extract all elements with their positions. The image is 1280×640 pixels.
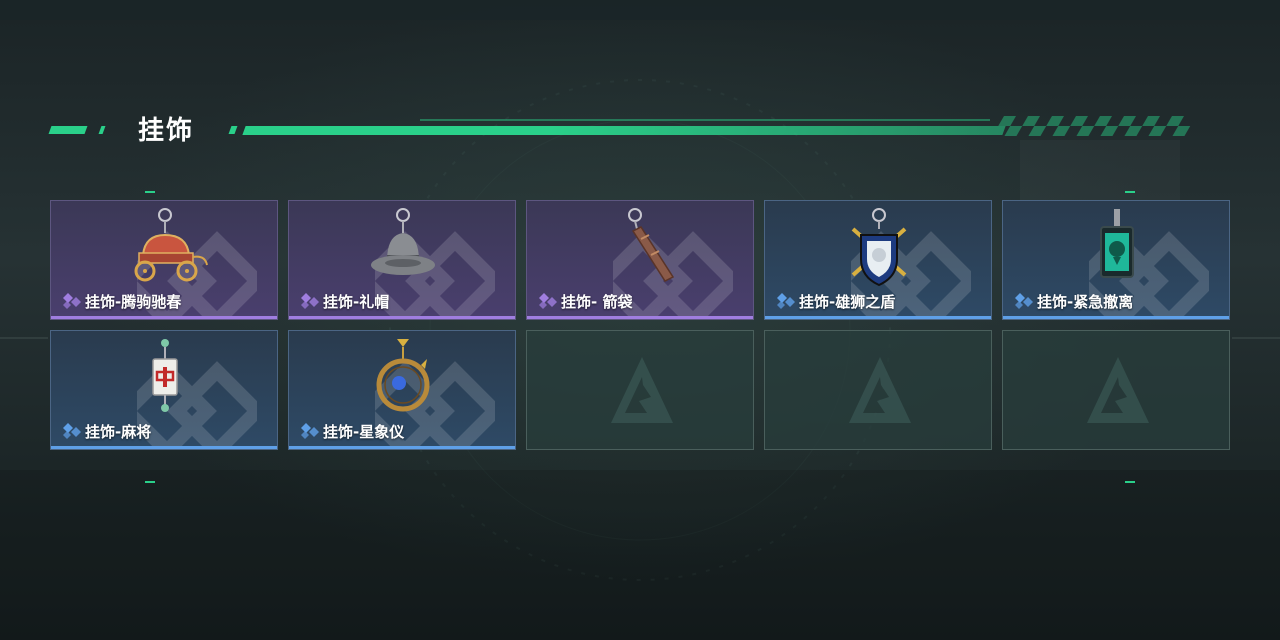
corner-marker [145, 481, 155, 483]
purple-diamond-rarity-icon [301, 293, 319, 309]
mahjong-tile-charm-icon [152, 339, 178, 412]
charm-name: 挂饰-紧急撤离 [1037, 292, 1134, 311]
rarity-stripe [289, 446, 515, 449]
empty-slot[interactable] [1002, 330, 1230, 450]
emergency-evac-charm-icon [1100, 209, 1134, 278]
charm-name: 挂饰-礼帽 [323, 292, 390, 311]
charm-label: 挂饰- 箭袋 [537, 291, 632, 311]
lion-shield-charm-icon [851, 208, 907, 287]
charm-label: 挂饰-雄狮之盾 [775, 291, 895, 311]
charm-label: 挂饰-麻将 [61, 421, 151, 441]
blue-diamond-rarity-icon [777, 293, 795, 309]
fedora-hat-charm-icon [371, 208, 435, 275]
rarity-stripe [765, 316, 991, 319]
blue-diamond-rarity-icon [63, 423, 81, 439]
rarity-stripe [289, 316, 515, 319]
rarity-stripe [51, 316, 277, 319]
charm-name: 挂饰-星象仪 [323, 422, 405, 441]
section-title: 挂饰 [138, 116, 195, 146]
purple-diamond-rarity-icon [63, 293, 81, 309]
corner-marker [1125, 191, 1135, 193]
rarity-stripe [1003, 316, 1229, 319]
charm-card[interactable]: 挂饰-星象仪 [288, 330, 516, 450]
carriage-charm-icon [134, 208, 208, 282]
charm-card[interactable]: 挂饰-麻将 [50, 330, 278, 450]
charm-name: 挂饰-腾驹驰春 [85, 292, 182, 311]
empty-slot[interactable] [526, 330, 754, 450]
header-accent-dash [48, 126, 88, 134]
blue-diamond-rarity-icon [301, 423, 319, 439]
header-accent-bar [242, 126, 1006, 135]
corner-marker [145, 191, 155, 193]
header-accent-dash [98, 126, 106, 134]
charm-label: 挂饰-腾驹驰春 [61, 291, 181, 311]
quiver-charm-icon [628, 208, 675, 282]
empty-slot[interactable] [764, 330, 992, 450]
background-decoration [0, 79, 1280, 640]
charm-name: 挂饰-雄狮之盾 [799, 292, 896, 311]
corner-marker [1125, 481, 1135, 483]
charm-card[interactable]: 挂饰-礼帽 [288, 200, 516, 320]
charm-name: 挂饰- 箭袋 [561, 292, 633, 311]
astrolabe-charm-icon [376, 339, 430, 412]
charm-card[interactable]: 挂饰-腾驹驰春 [50, 200, 278, 320]
rarity-stripe [51, 446, 277, 449]
charm-card[interactable]: 挂饰-紧急撤离 [1002, 200, 1230, 320]
charm-label: 挂饰-紧急撤离 [1013, 291, 1133, 311]
top-band [0, 0, 1280, 20]
game-logo-icon [611, 357, 673, 423]
charm-card[interactable]: 挂饰-雄狮之盾 [764, 200, 992, 320]
charm-card[interactable]: 挂饰- 箭袋 [526, 200, 754, 320]
header-thin-line [420, 119, 990, 121]
header-accent-dash [228, 126, 238, 134]
charm-label: 挂饰-星象仪 [299, 421, 404, 441]
charm-label: 挂饰-礼帽 [299, 291, 389, 311]
purple-diamond-rarity-icon [539, 293, 557, 309]
blue-diamond-rarity-icon [1015, 293, 1033, 309]
game-logo-icon [1087, 357, 1149, 423]
header-checker-pattern [998, 116, 1191, 136]
section-header: 挂饰 [0, 108, 1280, 148]
rarity-stripe [527, 316, 753, 319]
charm-name: 挂饰-麻将 [85, 422, 152, 441]
game-logo-icon [849, 357, 911, 423]
